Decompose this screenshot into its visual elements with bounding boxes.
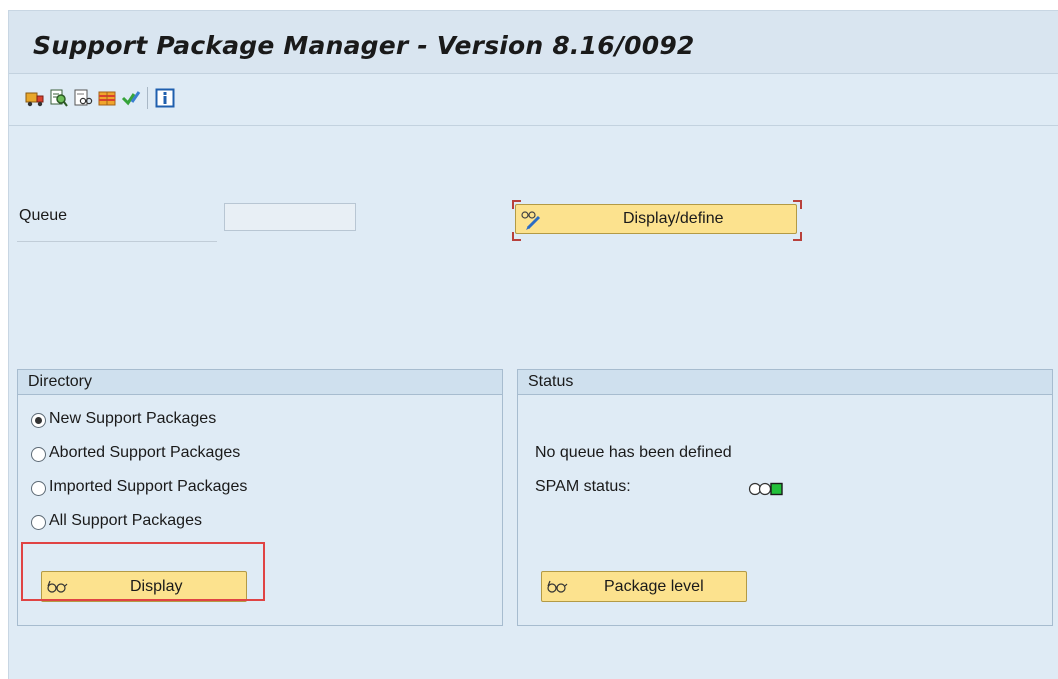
status-panel: Status No queue has been defined SPAM st… (517, 369, 1053, 626)
radio-button[interactable] (31, 515, 46, 530)
focus-corner-br (793, 232, 802, 241)
check-icon[interactable] (121, 88, 141, 108)
directory-title: Directory (28, 373, 93, 390)
radio-selected-dot (35, 417, 42, 424)
title-bar: Support Package Manager - Version 8.16/0… (9, 11, 1058, 74)
focus-corner-bl (512, 232, 521, 241)
radio-button[interactable] (31, 481, 46, 496)
info-icon[interactable] (155, 88, 175, 108)
display-define-button[interactable]: Display/define (515, 204, 797, 234)
status-title: Status (528, 373, 574, 390)
glasses-icon (546, 576, 568, 601)
page-title: Support Package Manager - Version 8.16/0… (33, 31, 695, 60)
truck-icon[interactable] (25, 88, 45, 108)
status-header: Status (518, 370, 1052, 395)
radio-label: New Support Packages (49, 410, 217, 427)
radio-label: All Support Packages (49, 512, 202, 529)
queue-input[interactable] (224, 203, 356, 231)
queue-label: Queue (19, 207, 68, 224)
radio-label: Imported Support Packages (49, 478, 248, 495)
display-define-label: Display/define (623, 210, 724, 227)
application-toolbar (9, 74, 1058, 126)
radio-button[interactable] (31, 447, 46, 462)
radio-button[interactable] (31, 413, 46, 428)
display-define-icon (520, 209, 542, 236)
focus-corner-tr (793, 200, 802, 209)
spam-status-label: SPAM status: (535, 478, 631, 495)
package-level-label: Package level (604, 578, 704, 595)
toolbar-separator (147, 87, 148, 109)
package-level-button[interactable]: Package level (541, 571, 747, 602)
radio-label: Aborted Support Packages (49, 444, 241, 461)
focus-corner-tl (512, 200, 521, 209)
queue-status-message: No queue has been defined (535, 444, 732, 461)
package-icon[interactable] (97, 88, 117, 108)
display-object-icon[interactable] (73, 88, 93, 108)
directory-header: Directory (18, 370, 502, 395)
highlight-box (21, 542, 265, 601)
spam-status-traffic-light-icon (748, 482, 786, 501)
find-icon[interactable] (49, 88, 69, 108)
queue-underline (17, 241, 217, 242)
